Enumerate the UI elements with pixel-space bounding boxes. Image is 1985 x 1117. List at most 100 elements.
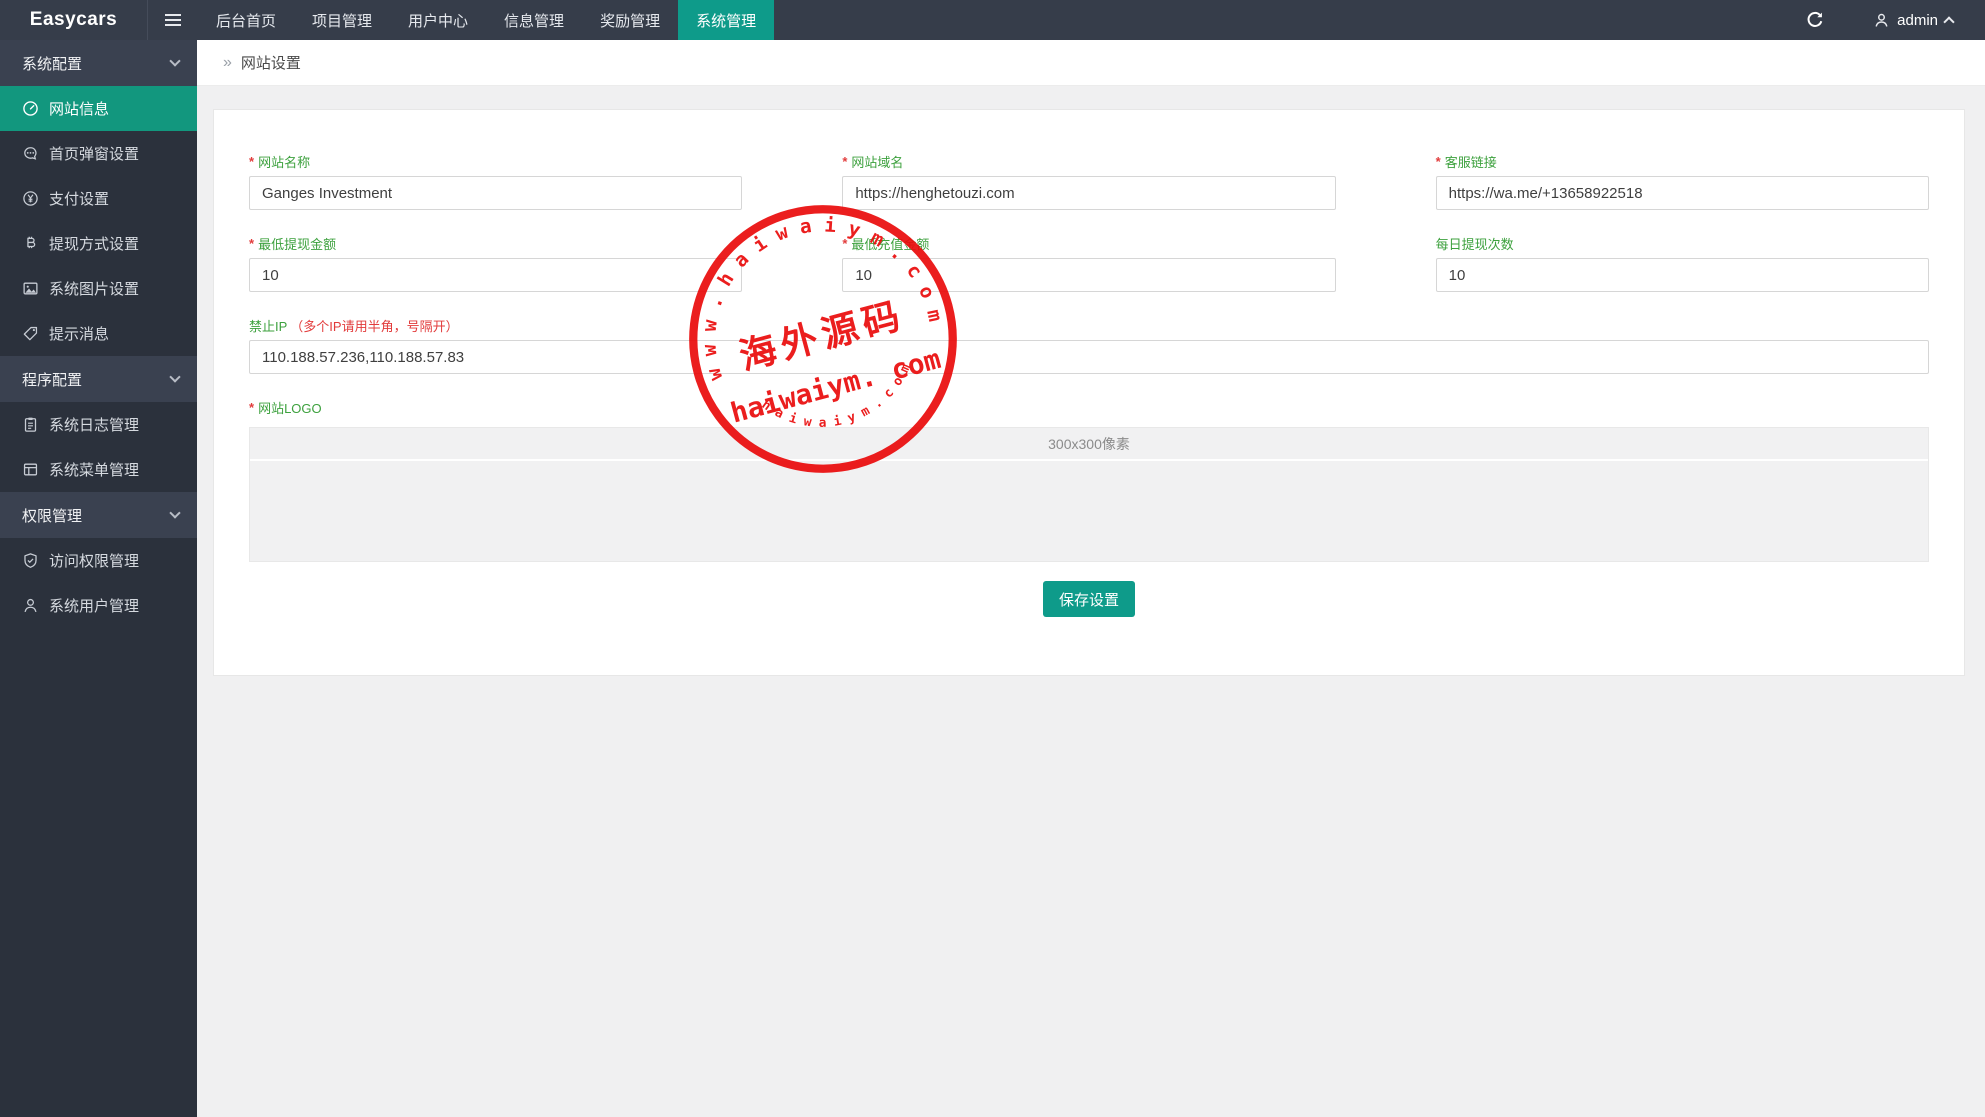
save-row: 保存设置 (249, 581, 1929, 675)
sidebar-item-image[interactable]: 系统图片设置 (0, 266, 197, 311)
field-label: 网站名称 (258, 152, 310, 171)
field-label: 禁止IP (249, 316, 287, 335)
chevron-down-icon (169, 507, 180, 518)
sidebar-item-label: 系统日志管理 (49, 414, 139, 435)
menu-icon (22, 461, 39, 478)
top-nav-item[interactable]: 奖励管理 (582, 0, 678, 40)
form-field: * 网站域名 (842, 153, 1335, 210)
sidebar-item-label: 提示消息 (49, 323, 109, 344)
gauge-icon (22, 100, 39, 117)
top-nav-item[interactable]: 项目管理 (294, 0, 390, 40)
sidebar-item-label: 提现方式设置 (49, 233, 139, 254)
required-asterisk: * (249, 154, 254, 169)
user-icon (1873, 12, 1890, 29)
field-label: 每日提现次数 (1436, 234, 1514, 253)
site-domain-input[interactable] (842, 176, 1335, 210)
popup-icon (22, 145, 39, 162)
min-withdraw-input[interactable] (249, 258, 742, 292)
save-button[interactable]: 保存设置 (1043, 581, 1135, 617)
top-nav-item[interactable]: 系统管理 (678, 0, 774, 40)
form-field: * 网站名称 (249, 153, 742, 210)
sidebar-item-popup[interactable]: 首页弹窗设置 (0, 131, 197, 176)
sidebar-item-user[interactable]: 系统用户管理 (0, 583, 197, 628)
top-nav-item[interactable]: 用户中心 (390, 0, 486, 40)
form-field: 每日提现次数 (1436, 235, 1929, 292)
site-name-input[interactable] (249, 176, 742, 210)
sidebar-item-label: 系统菜单管理 (49, 459, 139, 480)
logo-upload-area[interactable]: 300x300像素 (249, 427, 1929, 562)
sidebar-item-yen[interactable]: 支付设置 (0, 176, 197, 221)
breadcrumb-arrow-icon: » (223, 54, 232, 72)
upload-size-hint: 300x300像素 (250, 428, 1928, 461)
topbar: Easycars 后台首页项目管理用户中心信息管理奖励管理系统管理 admin (0, 0, 1985, 40)
sidebar-section-header[interactable]: 程序配置 (0, 356, 197, 402)
user-menu[interactable]: admin (1873, 12, 1953, 29)
main-area: » 网站设置 * 网站名称 * 网站域名 * 客服链接 * 最低提现金额 (197, 40, 1985, 1117)
sidebar-section-header[interactable]: 系统配置 (0, 40, 197, 86)
ip-field-wrap: 禁止IP （多个IP请用半角，号隔开） (249, 317, 1929, 374)
required-asterisk: * (842, 236, 847, 251)
sidebar-section-label: 权限管理 (22, 505, 82, 526)
required-asterisk: * (249, 236, 254, 251)
form-field: * 最低提现金额 (249, 235, 742, 292)
upload-drop-zone[interactable] (250, 461, 1928, 561)
breadcrumb: » 网站设置 (197, 40, 1985, 86)
field-label: 网站域名 (851, 152, 903, 171)
daily-withdraw-count-input[interactable] (1436, 258, 1929, 292)
form-field: 禁止IP （多个IP请用半角，号隔开） (249, 317, 1929, 374)
field-label: 最低提现金额 (258, 234, 336, 253)
sidebar-item-menu[interactable]: 系统菜单管理 (0, 447, 197, 492)
sidebar-item-label: 网站信息 (49, 98, 109, 119)
sidebar-item-bitcoin[interactable]: 提现方式设置 (0, 221, 197, 266)
sidebar-item-label: 支付设置 (49, 188, 109, 209)
topbar-right: admin (1805, 0, 1985, 40)
service-link-input[interactable] (1436, 176, 1929, 210)
page-title: 网站设置 (241, 52, 301, 73)
chevron-down-icon (169, 55, 180, 66)
hamburger-menu-icon[interactable] (148, 0, 198, 40)
required-asterisk: * (249, 400, 254, 415)
chevron-down-icon (169, 371, 180, 382)
user-icon (22, 597, 39, 614)
sidebar: 系统配置 网站信息 首页弹窗设置 支付设置 提现方式设置 系统图片设置 (0, 40, 197, 1117)
required-asterisk: * (1436, 154, 1441, 169)
sidebar-item-label: 系统用户管理 (49, 595, 139, 616)
sidebar-item-label: 首页弹窗设置 (49, 143, 139, 164)
user-name: admin (1897, 12, 1938, 29)
form-grid: * 网站名称 * 网站域名 * 客服链接 * 最低提现金额 * 最低充值金额 (249, 153, 1929, 292)
settings-form-card: * 网站名称 * 网站域名 * 客服链接 * 最低提现金额 * 最低充值金额 (213, 109, 1965, 676)
form-field: * 客服链接 (1436, 153, 1929, 210)
required-asterisk: * (842, 154, 847, 169)
sidebar-item-log[interactable]: 系统日志管理 (0, 402, 197, 447)
tag-icon (22, 325, 39, 342)
logo-field-label-wrap: * 网站LOGO (249, 399, 1929, 415)
banned-ip-input[interactable] (249, 340, 1929, 374)
sidebar-item-label: 系统图片设置 (49, 278, 139, 299)
top-nav: 后台首页项目管理用户中心信息管理奖励管理系统管理 (198, 0, 774, 40)
sidebar-section-label: 系统配置 (22, 53, 82, 74)
chevron-up-icon (1943, 16, 1954, 27)
sidebar-section-label: 程序配置 (22, 369, 82, 390)
field-hint: （多个IP请用半角，号隔开） (290, 316, 458, 335)
refresh-icon[interactable] (1805, 10, 1825, 30)
image-icon (22, 280, 39, 297)
sidebar-item-label: 访问权限管理 (49, 550, 139, 571)
sidebar-item-gauge[interactable]: 网站信息 (0, 86, 197, 131)
field-label: 客服链接 (1445, 152, 1497, 171)
content-area: * 网站名称 * 网站域名 * 客服链接 * 最低提现金额 * 最低充值金额 (197, 86, 1985, 1117)
top-nav-item[interactable]: 后台首页 (198, 0, 294, 40)
sidebar-section-header[interactable]: 权限管理 (0, 492, 197, 538)
shield-icon (22, 552, 39, 569)
field-label: 网站LOGO (258, 398, 322, 417)
field-label: 最低充值金额 (851, 234, 929, 253)
app-logo: Easycars (0, 0, 148, 40)
sidebar-item-shield[interactable]: 访问权限管理 (0, 538, 197, 583)
min-recharge-input[interactable] (842, 258, 1335, 292)
bitcoin-icon (22, 235, 39, 252)
log-icon (22, 416, 39, 433)
form-field: * 最低充值金额 (842, 235, 1335, 292)
top-nav-item[interactable]: 信息管理 (486, 0, 582, 40)
sidebar-item-tag[interactable]: 提示消息 (0, 311, 197, 356)
form-field: * 网站LOGO (249, 399, 1929, 415)
yen-icon (22, 190, 39, 207)
